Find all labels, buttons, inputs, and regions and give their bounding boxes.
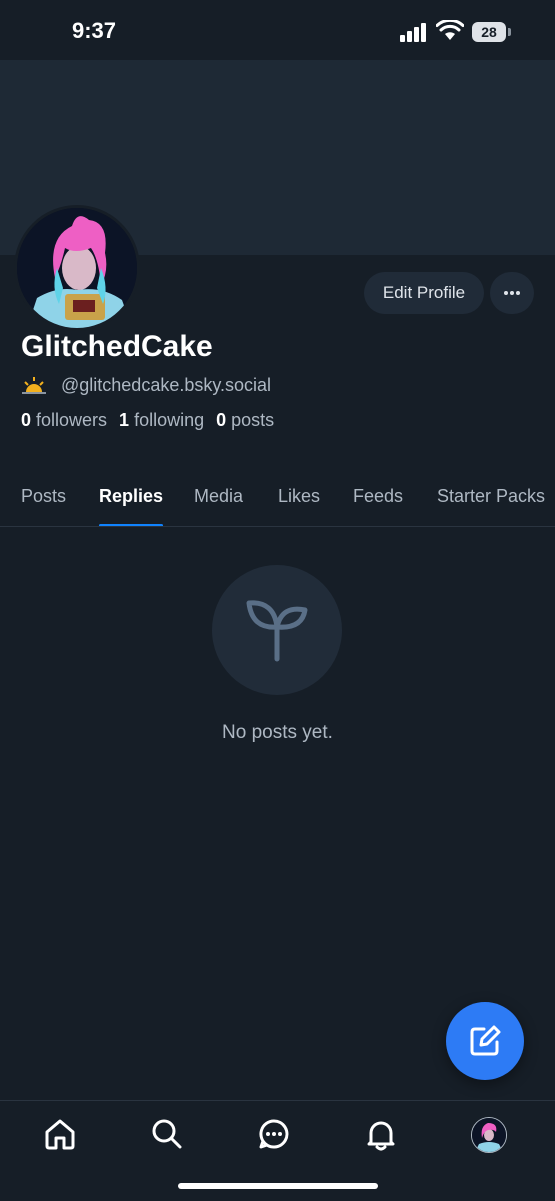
home-icon[interactable] — [43, 1117, 77, 1151]
avatar-image — [472, 1118, 506, 1152]
tab-media[interactable]: Media — [194, 486, 243, 526]
avatar-image — [17, 208, 137, 328]
cellular-signal-icon — [400, 22, 430, 42]
bell-icon[interactable] — [364, 1117, 398, 1151]
status-time: 9:37 — [72, 18, 117, 43]
tab-replies[interactable]: Replies — [99, 486, 164, 526]
seedling-icon — [246, 600, 308, 662]
empty-state-icon-circle — [212, 565, 342, 695]
profile-tabs: Posts Replies Media Likes Feeds Starter … — [0, 478, 555, 527]
profile-stats: 0 followers 1 following 0 posts — [21, 410, 286, 431]
tab-starter-packs[interactable]: Starter Packs — [437, 486, 545, 526]
ellipsis-icon — [504, 291, 508, 295]
followers-stat[interactable]: 0 followers — [21, 410, 107, 431]
tab-posts[interactable]: Posts — [21, 486, 66, 526]
sunrise-emoji-icon — [22, 377, 46, 394]
compose-icon — [470, 1025, 501, 1056]
tab-likes[interactable]: Likes — [278, 486, 320, 526]
handle-row: @glitchedcake.bsky.social — [21, 372, 271, 398]
battery-icon: 28 — [472, 22, 511, 42]
edit-profile-button[interactable]: Edit Profile — [364, 272, 484, 314]
compose-post-button[interactable] — [446, 1002, 524, 1080]
wifi-icon — [436, 20, 464, 40]
nav-profile-avatar[interactable] — [471, 1117, 507, 1153]
tab-feeds[interactable]: Feeds — [353, 486, 403, 526]
home-indicator — [178, 1183, 378, 1189]
status-bar: 9:37 28 — [0, 0, 555, 60]
display-name: GlitchedCake — [21, 330, 213, 363]
following-stat[interactable]: 1 following — [119, 410, 204, 431]
profile-avatar[interactable] — [14, 205, 140, 331]
posts-stat: 0 posts — [216, 410, 275, 430]
chat-icon[interactable] — [257, 1117, 291, 1151]
more-options-button[interactable] — [490, 272, 534, 314]
search-icon[interactable] — [150, 1117, 184, 1151]
empty-state-message: No posts yet. — [222, 722, 333, 743]
profile-handle[interactable]: @glitchedcake.bsky.social — [61, 375, 271, 396]
